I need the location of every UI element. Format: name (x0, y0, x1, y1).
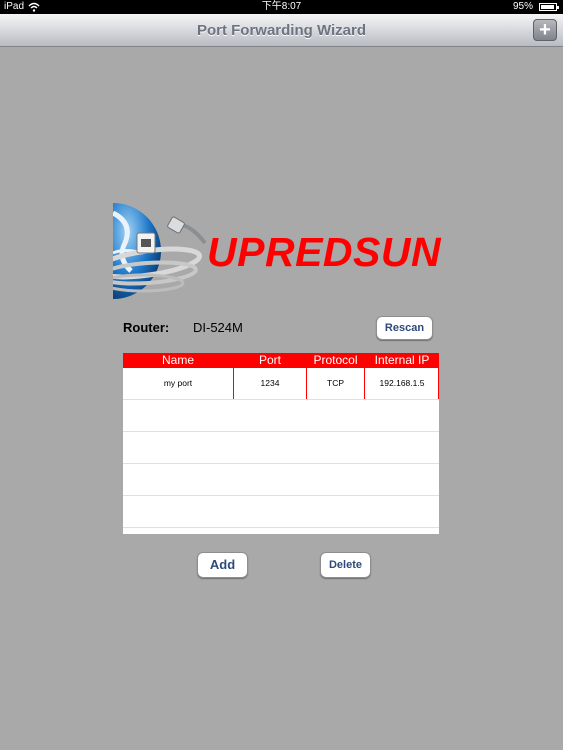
status-time: 下午8:07 (261, 1, 302, 12)
empty-table-row (123, 464, 439, 496)
column-header-protocol: Protocol (313, 353, 358, 367)
column-header-port: Port (258, 353, 281, 367)
empty-table-row (123, 400, 439, 432)
brand-name: UPREDSUN (207, 229, 442, 275)
battery-percent: 95% (512, 1, 533, 12)
empty-table-row (123, 432, 439, 464)
table-header: Name Port Protocol Internal IP (123, 353, 439, 368)
cell-internal-ip: 192.168.1.5 (379, 378, 425, 388)
router-value: DI-524M (193, 320, 243, 335)
navigation-bar: Port Forwarding Wizard + (0, 14, 563, 47)
column-header-internal-ip: Internal IP (374, 353, 430, 367)
port-table: Name Port Protocol Internal IP my port 1… (123, 353, 439, 534)
delete-port-button[interactable]: Delete (320, 552, 371, 578)
battery-icon (539, 3, 559, 11)
empty-table-row (123, 496, 439, 528)
table-row[interactable]: my port 1234 TCP 192.168.1.5 (123, 368, 439, 400)
add-button[interactable]: + (533, 19, 557, 41)
cell-protocol: TCP (327, 378, 344, 388)
rescan-button[interactable]: Rescan (376, 316, 433, 340)
router-label: Router: (123, 320, 170, 335)
cell-name: my port (163, 378, 193, 388)
column-header-name: Name (161, 353, 194, 367)
add-port-button[interactable]: Add (197, 552, 248, 578)
cell-port: 1234 (260, 378, 280, 388)
globe-icon (93, 203, 207, 299)
page-title: Port Forwarding Wizard (196, 22, 367, 39)
status-bar: iPad 下午8:07 95% (0, 0, 563, 14)
